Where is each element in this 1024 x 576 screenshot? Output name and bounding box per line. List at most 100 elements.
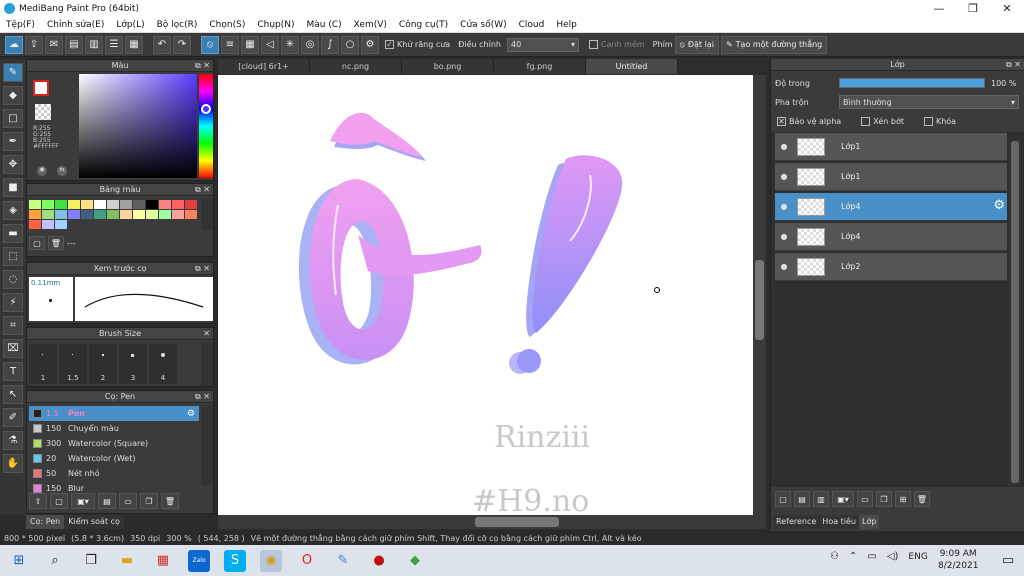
store-icon[interactable]: ▦	[152, 550, 174, 572]
tab-untitled[interactable]: Untitled	[586, 59, 678, 74]
brush-tool-icon[interactable]: ✎	[3, 63, 23, 82]
hand-tool-icon[interactable]: ✋	[3, 454, 23, 473]
brush-item[interactable]: 150 Chuyển màu	[29, 421, 199, 436]
copy-brush-icon[interactable]: ▤	[98, 493, 116, 509]
palette-swatch[interactable]	[29, 220, 41, 229]
palette-swatch[interactable]	[120, 200, 132, 209]
layer-scroll-thumb[interactable]	[1011, 141, 1019, 483]
document-icon[interactable]: ▤	[65, 35, 83, 54]
panel-controls-icon[interactable]: ✕	[203, 329, 210, 338]
delete-layer-icon[interactable]: 🗑	[914, 491, 930, 507]
merge-layer-icon[interactable]: ⊞	[895, 491, 911, 507]
palette-swatch[interactable]	[81, 200, 93, 209]
antialias-toggle[interactable]: ✓ Khử răng cưa	[385, 40, 450, 49]
add-layer-menu-icon[interactable]: ▣▾	[832, 491, 854, 507]
page-icon[interactable]: ▥	[85, 35, 103, 54]
share-icon[interactable]: ⇪	[25, 35, 43, 54]
magic-wand-tool-icon[interactable]: ⚡	[3, 293, 23, 312]
file-explorer-icon[interactable]: ▬	[116, 550, 138, 572]
palette-swatch[interactable]	[68, 210, 80, 219]
menu-cloud[interactable]: Cloud	[513, 20, 551, 30]
palette-swatch[interactable]	[81, 210, 93, 219]
list-icon[interactable]: ☰	[105, 35, 123, 54]
protect-alpha-toggle[interactable]: ✕ Bảo vệ alpha	[777, 117, 841, 126]
panel-controls-icon[interactable]: ⧉ ✕	[1006, 60, 1021, 70]
drawing-canvas[interactable]: Rinziii #H9.no	[218, 75, 753, 515]
record-icon[interactable]: ●	[368, 550, 390, 572]
clock[interactable]: 9:09 AM 8/2/2021	[938, 548, 978, 572]
network-icon[interactable]: ▭	[867, 551, 876, 562]
grid-icon[interactable]: ▦	[125, 35, 143, 54]
lock-checkbox[interactable]	[923, 117, 933, 126]
new-halftone-layer-icon[interactable]: ▤	[794, 491, 810, 507]
brush-size-scrollbar[interactable]	[201, 342, 213, 386]
select-rect-tool-icon[interactable]: ⬚	[3, 247, 23, 266]
menu-capture[interactable]: Chụp(N)	[251, 20, 300, 30]
tab-fg[interactable]: fg.png	[494, 59, 586, 74]
new-1bit-layer-icon[interactable]: ▥	[813, 491, 829, 507]
parallel-snap-icon[interactable]: ≡	[221, 35, 239, 54]
brush-size-option[interactable]: 3	[119, 344, 147, 384]
visibility-icon[interactable]: ●	[775, 202, 793, 211]
menu-tools[interactable]: Công cụ(T)	[393, 20, 454, 30]
menu-select[interactable]: Chọn(S)	[203, 20, 251, 30]
zalo-icon[interactable]: Zalo	[188, 549, 210, 572]
horizontal-scroll-thumb[interactable]	[475, 517, 559, 527]
palette-swatch[interactable]	[55, 210, 67, 219]
palette-swatch[interactable]	[29, 200, 41, 209]
visibility-icon[interactable]: ●	[775, 142, 793, 151]
layer-row[interactable]: ● Lớp2	[775, 253, 1007, 281]
brush-item[interactable]: 20 Watercolor (Wet)	[29, 451, 199, 466]
maximize-button[interactable]: ❐	[956, 0, 990, 17]
opacity-slider[interactable]	[839, 78, 985, 88]
duplicate-layer-icon[interactable]: ❐	[876, 491, 892, 507]
language-indicator[interactable]: ENG	[908, 552, 927, 562]
brush-size-option[interactable]: 4	[149, 344, 177, 384]
circle-snap-icon[interactable]: ◎	[301, 35, 319, 54]
menu-window[interactable]: Cửa số(W)	[454, 20, 512, 30]
palette-swatch[interactable]	[42, 220, 54, 229]
layer-row-selected[interactable]: ● Lớp4 ⚙	[775, 193, 1007, 221]
hue-handle[interactable]	[201, 104, 211, 114]
swap-icon[interactable]: ⇆	[57, 166, 67, 176]
operation-tool-icon[interactable]: ↖	[3, 385, 23, 404]
brush-size-option[interactable]: 2	[89, 344, 117, 384]
new-layer-icon[interactable]: ▢	[775, 491, 791, 507]
palette-swatch[interactable]	[120, 210, 132, 219]
fill-rect-tool-icon[interactable]: ■	[3, 178, 23, 197]
visibility-icon[interactable]: ●	[775, 232, 793, 241]
vertical-scroll-thumb[interactable]	[755, 260, 764, 340]
soft-edge-checkbox[interactable]	[588, 40, 598, 49]
undo-icon[interactable]: ↶	[153, 35, 171, 54]
palette-swatch[interactable]	[159, 210, 171, 219]
menu-file[interactable]: Tệp(F)	[0, 20, 41, 30]
tab-brush[interactable]: Cọ: Pen	[26, 515, 65, 529]
palette-swatch[interactable]	[29, 210, 41, 219]
eyedropper-icon[interactable]: ◉	[37, 166, 47, 176]
tab-brush-control[interactable]: Kiểm soát cọ	[64, 515, 124, 529]
close-button[interactable]: ✕	[990, 0, 1024, 17]
palette-swatch[interactable]	[55, 200, 67, 209]
paint-icon[interactable]: ✎	[332, 550, 354, 572]
palette-swatch[interactable]	[68, 200, 80, 209]
reset-button[interactable]: ⦸ Đặt lại	[674, 35, 719, 54]
brush-list-scrollbar[interactable]	[201, 405, 213, 485]
layer-row[interactable]: ● Lớp4	[775, 223, 1007, 251]
palette-swatch[interactable]	[42, 210, 54, 219]
straight-line-button[interactable]: ✎ Tạo một đường thẳng	[720, 35, 828, 54]
tab-navigator[interactable]: Hoa tiêu	[819, 515, 860, 529]
folder-icon[interactable]: ▭	[119, 493, 137, 509]
chevron-up-icon[interactable]: ⌃	[849, 551, 857, 562]
menu-filter[interactable]: Bộ lọc(R)	[151, 20, 204, 30]
chrome-icon[interactable]: ◉	[260, 549, 282, 572]
task-view-icon[interactable]: ❐	[80, 550, 102, 572]
brush-size-option[interactable]: 1	[29, 344, 57, 384]
palette-swatch[interactable]	[94, 200, 106, 209]
delete-brush-icon[interactable]: 🗑	[161, 493, 179, 509]
select-pen-tool-icon[interactable]: ⌗	[3, 316, 23, 335]
cloud-brush-icon[interactable]: ⇪	[29, 493, 47, 509]
windows-start-icon[interactable]: ⊞	[8, 550, 30, 572]
tab-cloud-6r1[interactable]: [cloud] 6r1+	[218, 59, 310, 74]
settings-icon[interactable]: ⚙	[361, 35, 379, 54]
cross-snap-icon[interactable]: ▦	[241, 35, 259, 54]
